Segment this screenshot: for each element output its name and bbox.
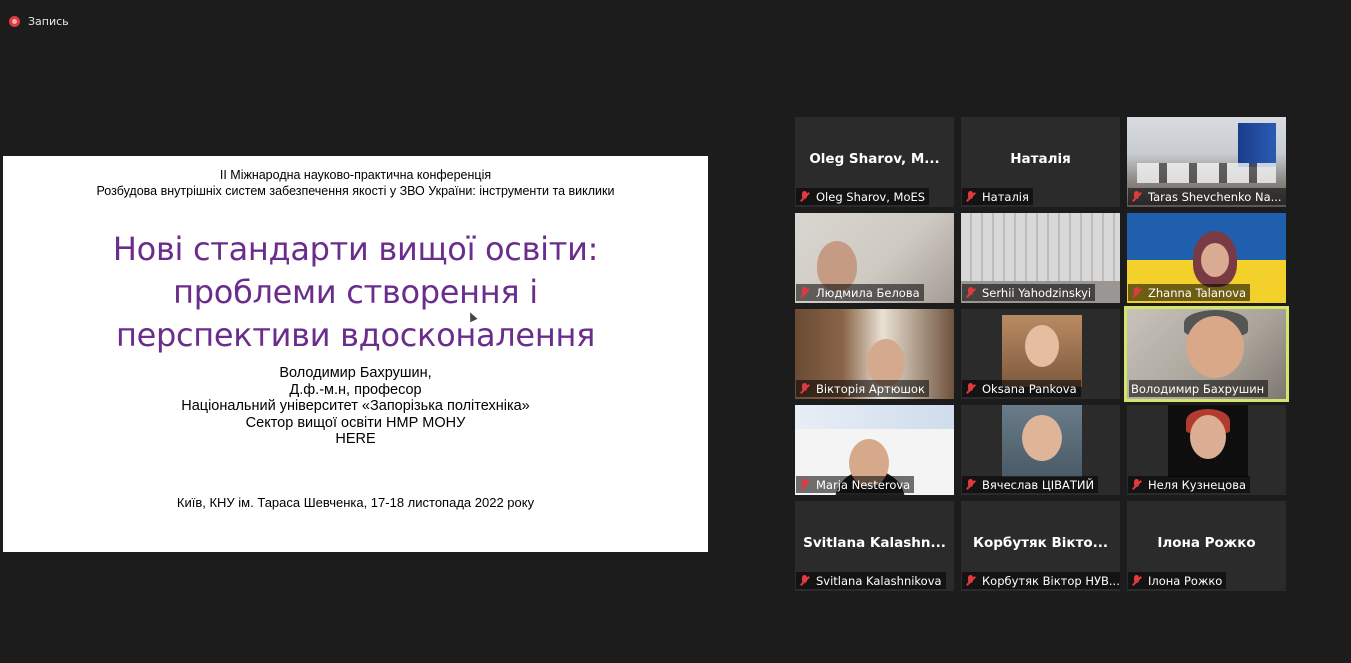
participant-name-label: Людмила Белова <box>796 284 924 301</box>
video-background <box>1238 123 1276 167</box>
participant-name-label: Неля Кузнецова <box>1128 476 1251 493</box>
participant-name-label: Oksana Pankova <box>962 380 1081 397</box>
slide-place-date: Київ, КНУ ім. Тараса Шевченка, 17-18 лис… <box>176 495 535 510</box>
muted-mic-icon <box>798 382 812 396</box>
author-degree: Д.ф.-м.н, професор <box>289 381 422 398</box>
participant-video <box>1186 316 1244 378</box>
participant-tile[interactable]: Taras Shevchenko Na... <box>1127 117 1286 207</box>
slide-title-line-1: Нові стандарти вищої освіти: <box>112 230 599 268</box>
record-icon <box>9 15 20 27</box>
participant-video <box>1201 243 1229 277</box>
conference-title: II Міжнародна науково-практична конферен… <box>219 168 492 182</box>
participant-tile[interactable]: Неля Кузнецова <box>1127 405 1286 495</box>
slide-title: Нові стандарти вищої освіти: проблеми ст… <box>3 228 708 357</box>
participant-video <box>1002 405 1082 477</box>
recording-indicator[interactable]: Запись <box>9 12 69 30</box>
participant-name-label: Svitlana Kalashnikova <box>796 572 946 589</box>
author-sector: Сектор вищої освіти НМР МОНУ <box>245 414 466 431</box>
participant-name-label: Ілона Рожко <box>1128 572 1227 589</box>
recording-label: Запись <box>28 14 69 28</box>
participant-tile[interactable]: Вікторія Артюшок <box>795 309 954 399</box>
muted-mic-icon <box>1130 478 1144 492</box>
participant-video <box>1002 315 1082 387</box>
muted-mic-icon <box>1130 286 1144 300</box>
muted-mic-icon <box>964 286 978 300</box>
participant-name-label: Oleg Sharov, MoES <box>796 188 930 205</box>
participant-tile[interactable]: Marja Nesterova <box>795 405 954 495</box>
muted-mic-icon <box>798 286 812 300</box>
author-name: Володимир Бахрушин, <box>279 365 432 381</box>
participant-tile[interactable]: Oleg Sharov, M... Oleg Sharov, MoES <box>795 117 954 207</box>
slide-author-block: Володимир Бахрушин, Д.ф.-м.н, професор Н… <box>3 365 708 448</box>
participant-tile[interactable]: Oksana Pankova <box>961 309 1120 399</box>
shared-screen-slide: II Міжнародна науково-практична конферен… <box>3 156 708 552</box>
slide-title-line-3: перспективи вдосконалення <box>115 316 596 354</box>
participant-name-label: Zhanna Talanova <box>1128 284 1251 301</box>
muted-mic-icon <box>964 190 978 204</box>
muted-mic-icon <box>964 382 978 396</box>
participant-tile[interactable]: Zhanna Talanova <box>1127 213 1286 303</box>
participant-name-label: Serhii Yahodzinskyi <box>962 284 1096 301</box>
participant-display-name: Oleg Sharov, M... <box>809 151 940 167</box>
participant-name-label: Володимир Бахрушин <box>1129 380 1269 397</box>
muted-mic-icon <box>798 574 812 588</box>
participant-tile[interactable]: Svitlana Kalashn... Svitlana Kalashnikov… <box>795 501 954 591</box>
author-extra: HERE <box>335 431 376 447</box>
muted-mic-icon <box>964 478 978 492</box>
author-university: Національний університет «Запорізька пол… <box>181 398 530 414</box>
participant-display-name: Svitlana Kalashn... <box>803 535 946 551</box>
participant-tile[interactable]: Корбутяк Вікто... Корбутяк Віктор НУВ... <box>961 501 1120 591</box>
conference-subtitle: Розбудова внутрішніх систем забезпечення… <box>96 184 615 198</box>
participant-name-label: Marja Nesterova <box>796 476 915 493</box>
participant-tile[interactable]: Serhii Yahodzinskyi <box>961 213 1120 303</box>
muted-mic-icon <box>964 574 978 588</box>
muted-mic-icon <box>1130 190 1144 204</box>
participant-name-label: Наталія <box>962 188 1033 205</box>
muted-mic-icon <box>1130 574 1144 588</box>
participant-name-label: Вячеслав ЦІВАТИЙ <box>962 476 1099 493</box>
active-speaker-tile[interactable]: Володимир Бахрушин <box>1124 306 1289 402</box>
participant-video <box>1168 405 1248 477</box>
slide-title-line-2: проблеми створення і <box>173 273 538 311</box>
participant-display-name: Корбутяк Вікто... <box>972 535 1109 551</box>
participant-display-name: Наталія <box>1010 151 1071 167</box>
participant-video <box>795 405 954 429</box>
muted-mic-icon <box>798 478 812 492</box>
participant-name-label: Вікторія Артюшок <box>796 380 929 397</box>
muted-mic-icon <box>798 190 812 204</box>
participant-tile[interactable]: Людмила Белова <box>795 213 954 303</box>
participant-display-name: Ілона Рожко <box>1157 535 1256 551</box>
participant-tile[interactable]: Наталія Наталія <box>961 117 1120 207</box>
participant-tile[interactable]: Ілона Рожко Ілона Рожко <box>1127 501 1286 591</box>
participant-tile[interactable]: Вячеслав ЦІВАТИЙ <box>961 405 1120 495</box>
video-background <box>1137 163 1276 183</box>
participant-name-label: Корбутяк Віктор НУВ... <box>962 572 1120 589</box>
participant-name-label: Taras Shevchenko Na... <box>1128 188 1286 205</box>
